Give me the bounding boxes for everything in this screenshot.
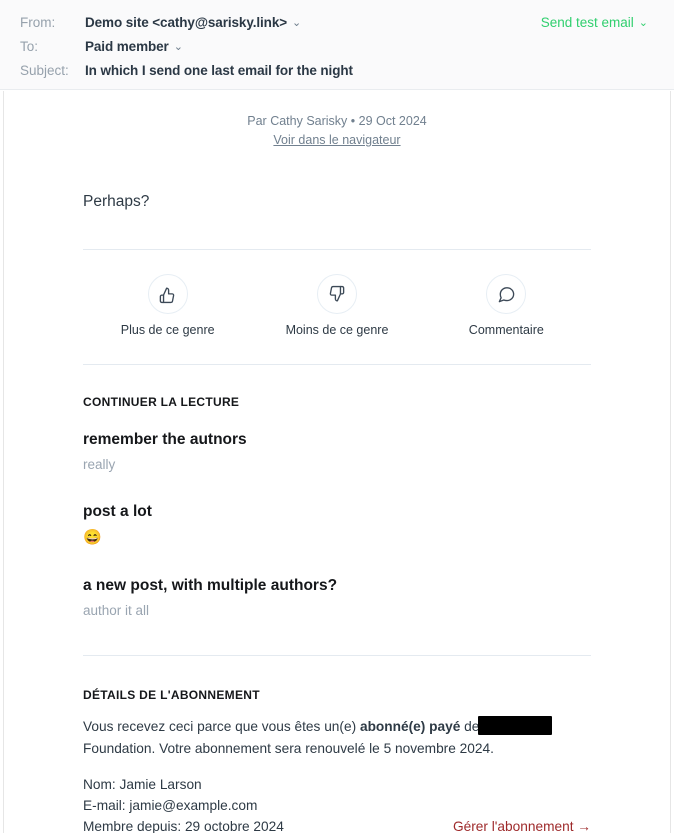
list-item[interactable]: a new post, with multiple authors? autho…: [83, 575, 591, 621]
divider-above-subscription: [83, 655, 591, 656]
subscription-renewal-text: Foundation. Votre abonnement sera renouv…: [83, 741, 494, 756]
subject-field-row[interactable]: Subject: In which I send one last email …: [20, 60, 654, 82]
to-label: To:: [20, 39, 39, 54]
feedback-more-like-this[interactable]: Plus de ce genre: [83, 274, 252, 338]
member-email: E-mail: jamie@example.com: [83, 798, 258, 813]
feedback-more-label: Plus de ce genre: [120, 323, 215, 337]
feedback-row: Plus de ce genre Moins de ce genre Comme…: [83, 274, 591, 338]
feedback-less-label: Moins de ce genre: [285, 323, 389, 337]
from-value[interactable]: Demo site <cathy@sarisky.link> ⌄: [85, 12, 301, 35]
chevron-down-icon[interactable]: ⌄: [292, 12, 301, 34]
email-content-column: Perhaps? Plus de ce genre Moins de ce ge…: [83, 190, 591, 833]
subject-label: Subject:: [20, 63, 69, 78]
post-title[interactable]: remember the autnors: [83, 429, 591, 451]
byline-text: Par Cathy Sarisky • 29 Oct 2024: [247, 114, 427, 128]
to-value[interactable]: Paid member ⌄: [85, 36, 183, 59]
feedback-less-like-this[interactable]: Moins de ce genre: [252, 274, 421, 338]
subscription-text-before: Vous recevez ceci parce que vous êtes un…: [83, 719, 360, 734]
feedback-comment[interactable]: Commentaire: [422, 274, 591, 338]
manage-subscription-link[interactable]: Gérer l'abonnement →: [453, 819, 591, 833]
feedback-comment-label: Commentaire: [468, 323, 544, 337]
post-title[interactable]: post a lot: [83, 501, 591, 523]
byline: Par Cathy Sarisky • 29 Oct 2024 Voir dan…: [4, 91, 670, 149]
member-name: Nom: Jamie Larson: [83, 777, 202, 792]
send-test-email-label: Send test email: [540, 15, 634, 30]
post-title[interactable]: a new post, with multiple authors?: [83, 575, 591, 597]
send-test-email-button[interactable]: Send test email ⌄: [541, 12, 648, 35]
chevron-down-icon[interactable]: ⌄: [174, 36, 183, 58]
subject-input[interactable]: In which I send one last email for the n…: [85, 60, 353, 82]
thumbs-up-icon[interactable]: [147, 274, 188, 314]
subscription-details-section: DÉTAILS DE L'ABONNEMENT Vous recevez cec…: [83, 688, 591, 833]
email-preview-screen: From: Demo site <cathy@sarisky.link> ⌄ To…: [0, 0, 674, 833]
subscription-details-heading: DÉTAILS DE L'ABONNEMENT: [83, 688, 260, 702]
post-excerpt: 😄: [83, 529, 102, 546]
divider-above-continue-reading: [83, 364, 591, 365]
email-preview-frame: Par Cathy Sarisky • 29 Oct 2024 Voir dan…: [3, 91, 671, 833]
subscription-status-bold: abonné(e) payé: [359, 719, 461, 734]
post-excerpt: author it all: [83, 603, 150, 618]
from-label: From:: [20, 15, 56, 30]
continue-reading-heading: CONTINUER LA LECTURE: [83, 395, 240, 409]
composer-header: From: Demo site <cathy@sarisky.link> ⌄ To…: [0, 0, 674, 90]
redaction-bar: [478, 716, 553, 735]
to-field-row[interactable]: To: Paid member ⌄: [20, 36, 654, 58]
chevron-down-icon[interactable]: ⌄: [639, 12, 648, 34]
to-value-text: Paid member: [85, 39, 169, 54]
subscription-text-after: de: [460, 719, 480, 734]
post-excerpt: really: [83, 457, 116, 472]
email-body: Par Cathy Sarisky • 29 Oct 2024 Voir dan…: [4, 91, 670, 833]
divider-above-feedback: [83, 249, 591, 250]
list-item[interactable]: post a lot 😄: [83, 501, 591, 549]
thumbs-down-icon[interactable]: [316, 274, 357, 314]
subscription-explanation: Vous recevez ceci parce que vous êtes un…: [83, 716, 591, 760]
from-value-text: Demo site <cathy@sarisky.link>: [85, 15, 288, 30]
comment-bubble-icon[interactable]: [486, 274, 527, 314]
view-in-browser-link[interactable]: Voir dans le navigateur: [273, 131, 400, 149]
body-paragraph: Perhaps?: [83, 193, 150, 210]
list-item[interactable]: remember the autnors really: [83, 429, 591, 475]
